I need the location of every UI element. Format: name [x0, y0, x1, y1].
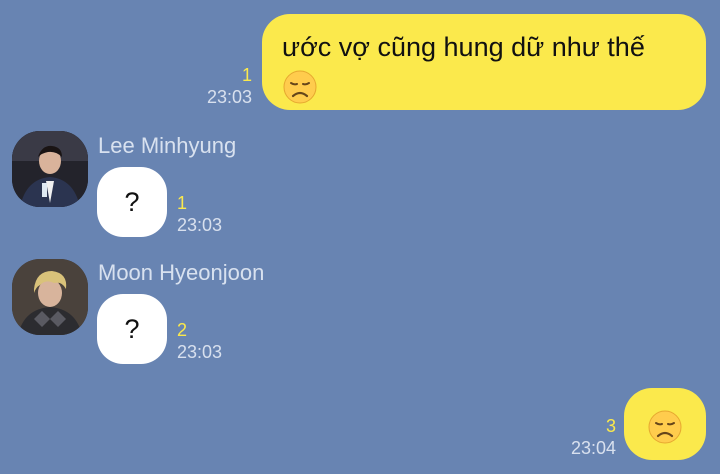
message-meta: 1 23:03 [177, 192, 222, 236]
unread-count: 1 [177, 193, 188, 213]
message-text: ? [124, 187, 140, 217]
avatar-moon-hyeonjoon[interactable] [12, 259, 88, 335]
avatar-photo [12, 259, 88, 335]
avatar-lee-minhyung[interactable] [12, 131, 88, 207]
message-text: ước vợ cũng hung dữ như thế [282, 32, 645, 62]
avatar-photo [12, 131, 88, 207]
message-meta: 3 23:04 [540, 415, 616, 459]
message-time: 23:03 [206, 87, 252, 107]
sender-name: Moon Hyeonjoon [98, 260, 265, 285]
message-time: 23:03 [177, 342, 223, 362]
message-meta: 1 23:03 [180, 64, 252, 108]
sender-name: Lee Minhyung [98, 133, 237, 158]
incoming-message-bubble[interactable]: ? [97, 294, 167, 364]
message-time: 23:04 [570, 438, 616, 458]
message-time: 23:03 [177, 215, 223, 235]
disappointed-face-icon [648, 410, 682, 444]
message-meta: 2 23:03 [177, 319, 222, 363]
unread-count: 1 [241, 65, 252, 85]
message-text: ? [124, 314, 140, 344]
outgoing-message-bubble[interactable] [624, 388, 706, 460]
incoming-message-bubble[interactable]: ? [97, 167, 167, 237]
disappointed-face-icon [283, 70, 317, 104]
outgoing-message-bubble[interactable]: ước vợ cũng hung dữ như thế [262, 14, 706, 110]
unread-count: 2 [177, 320, 188, 340]
unread-count: 3 [605, 416, 616, 436]
